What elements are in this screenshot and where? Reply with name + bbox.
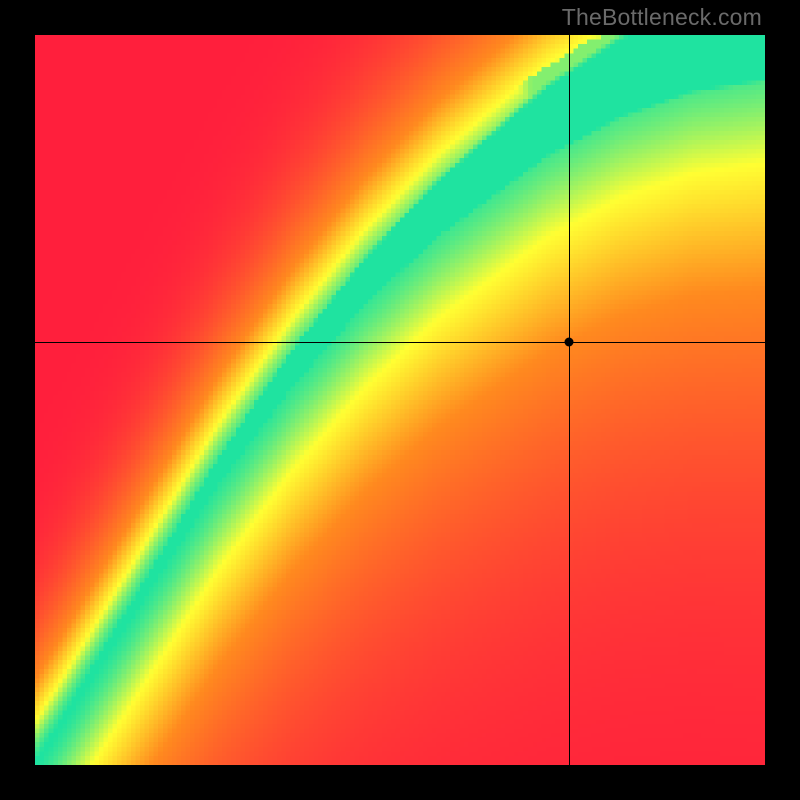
watermark-text: TheBottleneck.com [562,4,762,31]
heatmap-canvas [35,35,765,765]
crosshair-horizontal [35,342,765,343]
crosshair-dot [565,337,574,346]
heatmap-plot [35,35,765,765]
crosshair-vertical [569,35,570,765]
chart-frame: TheBottleneck.com [0,0,800,800]
